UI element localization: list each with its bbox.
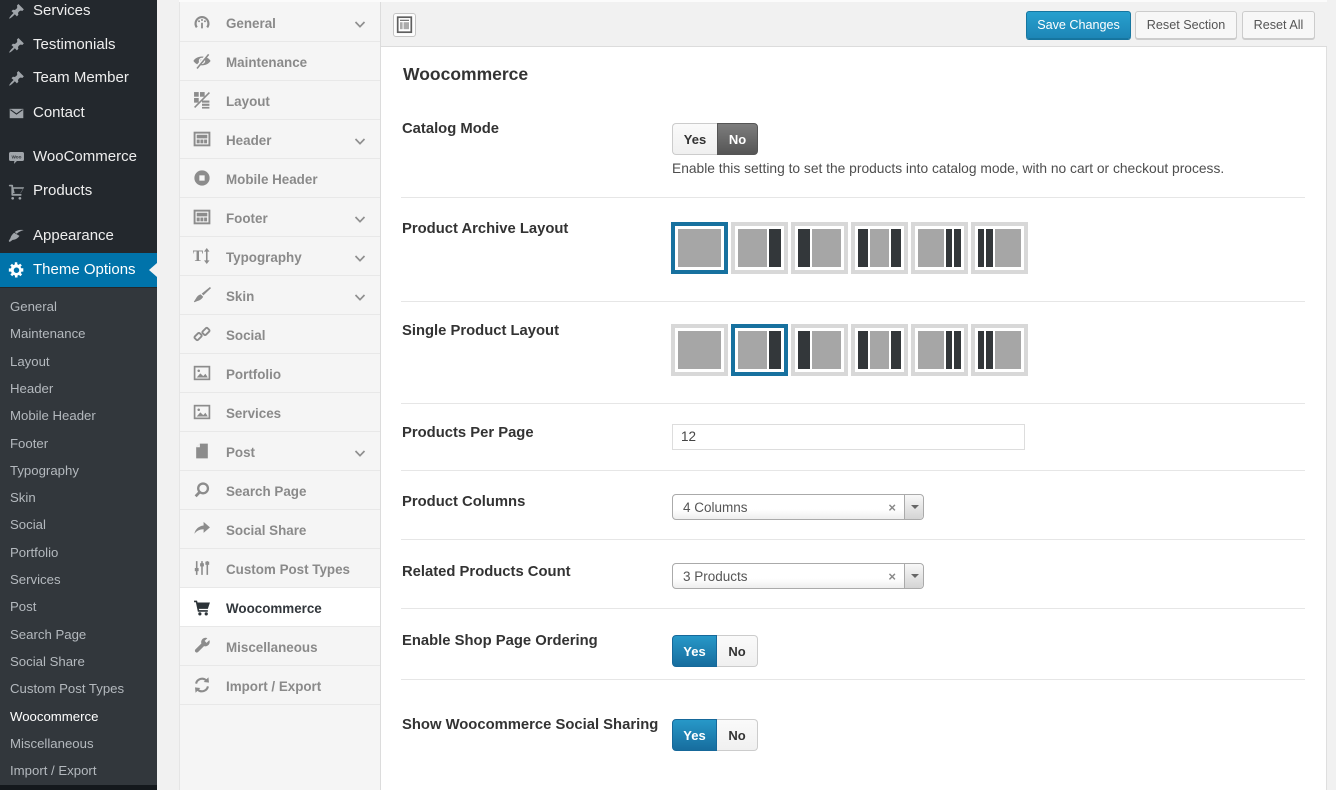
svg-text:Woo: Woo: [12, 154, 22, 159]
svg-text:T: T: [193, 247, 203, 264]
